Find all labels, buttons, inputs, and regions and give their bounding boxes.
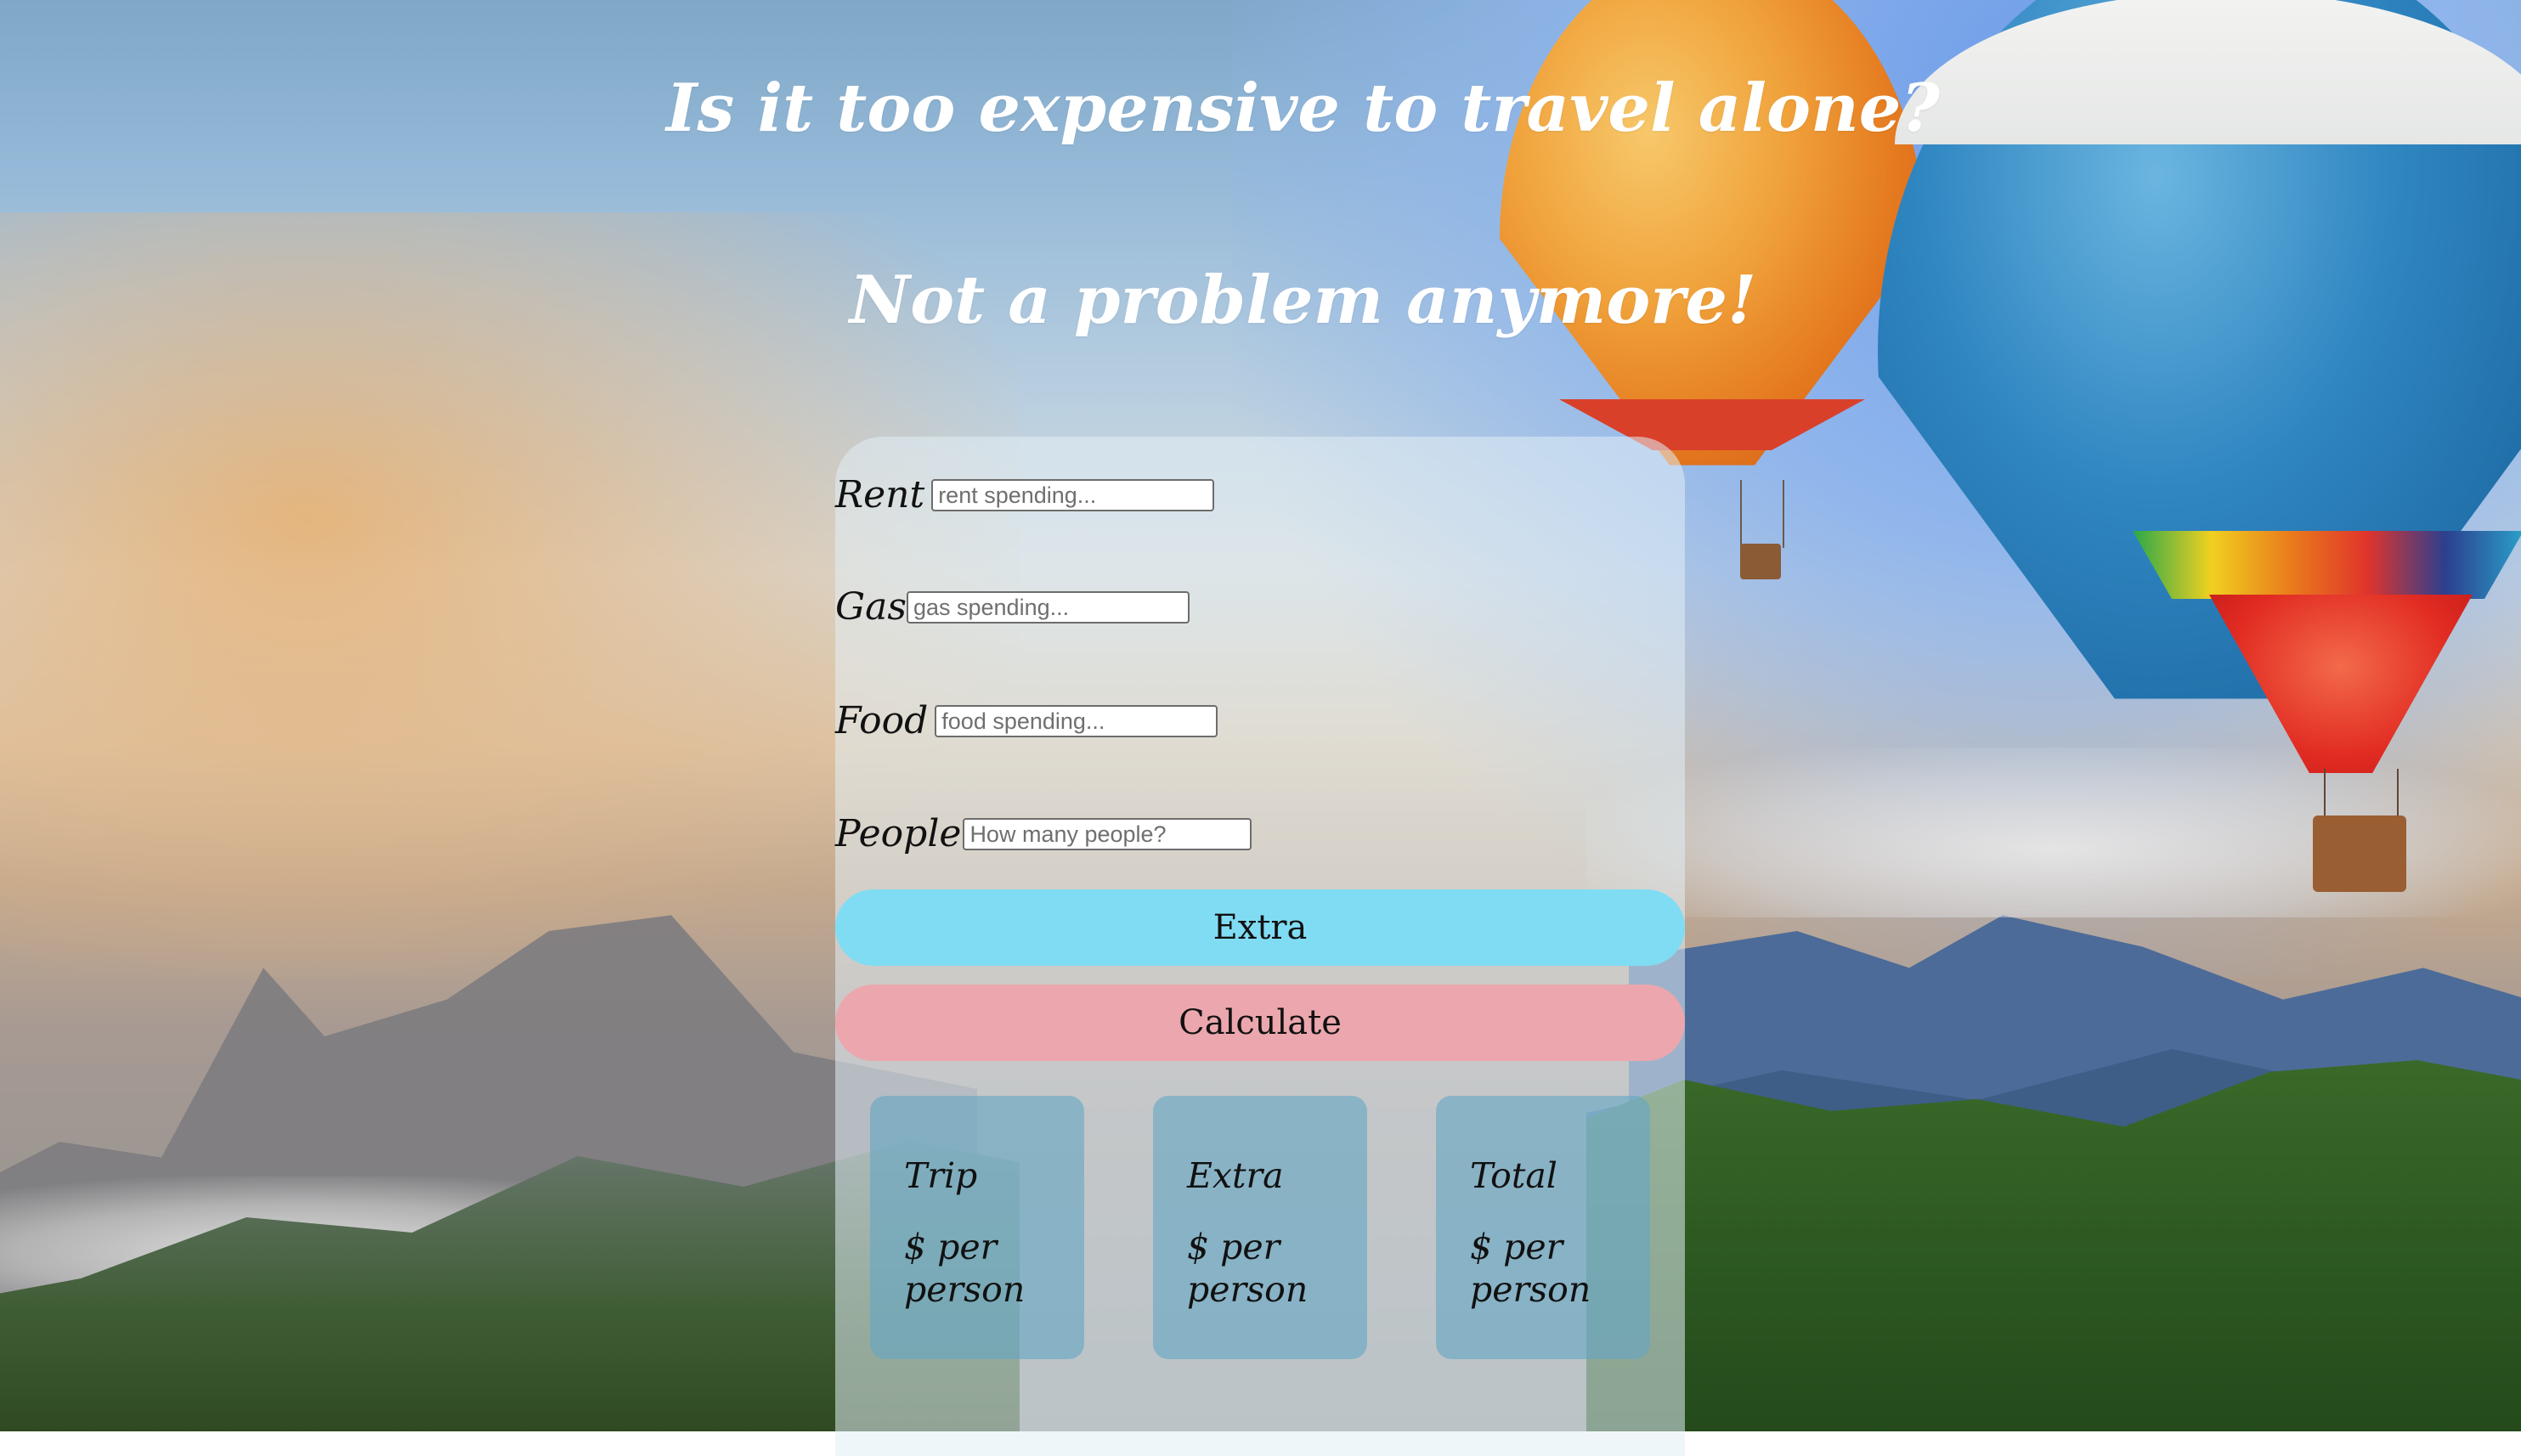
- rent-label: Rent: [835, 473, 925, 516]
- food-row: Food: [835, 698, 1218, 744]
- page-title: Is it too expensive to travel alone?: [665, 70, 1941, 147]
- blue-balloon-basket: [2313, 815, 2406, 892]
- calculate-button[interactable]: Calculate: [835, 985, 1685, 1061]
- rent-row: Rent: [835, 472, 1215, 518]
- extra-result-title: Extra: [1187, 1155, 1284, 1196]
- food-label: Food: [835, 699, 929, 742]
- page-subtitle: Not a problem anymore!: [849, 262, 1757, 339]
- orange-balloon-basket: [1740, 544, 1781, 579]
- total-result-value: $ per person: [1470, 1227, 1591, 1310]
- extra-button[interactable]: Extra: [835, 889, 1685, 966]
- rent-input[interactable]: [931, 479, 1215, 511]
- gas-label: Gas: [835, 585, 907, 629]
- extra-result-card: Extra $ per person: [1153, 1096, 1367, 1359]
- gas-input[interactable]: [906, 591, 1190, 624]
- people-label: People: [835, 812, 962, 855]
- blue-balloon-ropes: [2324, 769, 2399, 820]
- trip-result-card: Trip $ per person: [870, 1096, 1084, 1359]
- orange-balloon-ropes: [1740, 480, 1784, 548]
- food-input[interactable]: [935, 705, 1218, 737]
- people-input[interactable]: [963, 818, 1252, 850]
- gas-row: Gas: [835, 584, 1190, 630]
- trip-result-value: $ per person: [904, 1227, 1026, 1310]
- extra-result-value: $ per person: [1187, 1227, 1309, 1310]
- blue-balloon-rainbow-band: [2133, 531, 2521, 599]
- total-result-card: Total $ per person: [1436, 1096, 1650, 1359]
- total-result-title: Total: [1470, 1155, 1557, 1196]
- trip-result-title: Trip: [904, 1155, 978, 1196]
- people-row: People: [835, 811, 1252, 857]
